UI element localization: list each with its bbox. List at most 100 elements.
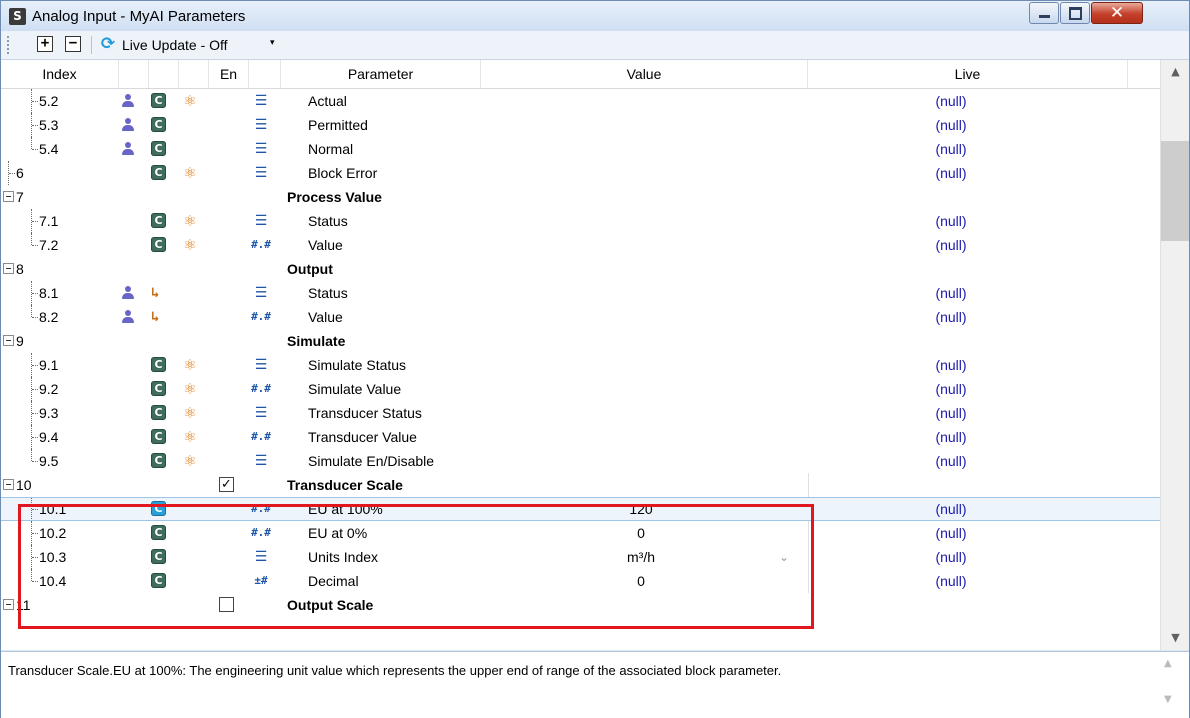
row-parameter: Transducer Status [308, 405, 422, 421]
close-button[interactable]: ✕ [1091, 2, 1143, 24]
description-panel: Transducer Scale.EU at 100%: The enginee… [1, 651, 1189, 718]
app-icon: S [9, 8, 26, 25]
refresh-icon[interactable]: ⟳ [99, 35, 117, 53]
table-row[interactable]: 10.3 C ☰ Units Index m³/h ⌄ (null) [1, 545, 1160, 569]
list-type-icon: ☰ [254, 117, 268, 133]
scroll-thumb[interactable] [1161, 141, 1189, 241]
collapse-toggle[interactable] [3, 335, 14, 346]
row-live: (null) [935, 525, 967, 541]
table-row[interactable]: 6 C ⚛ ☰ Block Error (null) [1, 161, 1160, 185]
atom-icon: ⚛ [183, 380, 197, 398]
value-field[interactable]: 0 [481, 569, 801, 593]
collapse-toggle[interactable] [3, 599, 14, 610]
collapse-toggle[interactable] [3, 191, 14, 202]
live-update-dropdown[interactable]: Live Update - Off [122, 37, 228, 53]
chevron-down-icon[interactable]: ▾ [270, 37, 275, 48]
table-row[interactable]: 8.2 ↳ #.# Value (null) [1, 305, 1160, 329]
value-field[interactable]: 0 [481, 521, 801, 545]
enable-checkbox[interactable] [219, 597, 234, 612]
table-row[interactable]: 5.2 C ⚛ ☰ Actual (null) [1, 89, 1160, 113]
row-live: (null) [935, 309, 967, 325]
row-parameter: Normal [308, 141, 354, 157]
column-header-index[interactable]: Index [1, 60, 119, 88]
row-parameter: Simulate Value [308, 381, 402, 397]
row-index: 7 [16, 189, 24, 205]
table-row[interactable]: 10.2 C #.# EU at 0% 0 (null) [1, 521, 1160, 545]
column-header-access[interactable] [119, 60, 149, 88]
row-index: 11 [16, 597, 31, 613]
c-badge-icon: C [151, 213, 166, 228]
table-row[interactable]: 8.1 ↳ ☰ Status (null) [1, 281, 1160, 305]
toolbar-grip[interactable] [7, 36, 11, 54]
list-type-icon: ☰ [254, 549, 268, 565]
table-row-selected[interactable]: 10.1 C #.# EU at 100% 120 (null) [1, 497, 1160, 521]
table-row[interactable]: 9.1 C ⚛ ☰ Simulate Status (null) [1, 353, 1160, 377]
row-parameter: Simulate En/Disable [308, 453, 435, 469]
row-index: 9.5 [39, 453, 59, 469]
table-row-group[interactable]: 9 Simulate [1, 329, 1160, 353]
column-header-dynamic[interactable] [179, 60, 209, 88]
row-index: 5.3 [39, 117, 59, 133]
units-select[interactable]: m³/h [481, 545, 801, 569]
table-row-group[interactable]: 11 Output Scale [1, 593, 1160, 617]
table-row[interactable]: 7.1 C ⚛ ☰ Status (null) [1, 209, 1160, 233]
minimize-button[interactable] [1029, 2, 1059, 24]
maximize-button[interactable] [1060, 2, 1090, 24]
collapse-toggle[interactable] [3, 479, 14, 490]
row-index: 7.1 [39, 213, 59, 229]
column-header-live[interactable]: Live [808, 60, 1128, 88]
column-header-class[interactable] [149, 60, 179, 88]
enable-checkbox[interactable]: ✓ [219, 477, 234, 492]
atom-icon: ⚛ [183, 164, 197, 182]
description-scroll-down-icon[interactable]: ▼ [1164, 694, 1172, 705]
column-header-type[interactable] [249, 60, 281, 88]
chevron-down-icon[interactable]: ⌄ [779, 545, 789, 569]
row-parameter: Value [308, 309, 343, 325]
row-index: 9.1 [39, 357, 59, 373]
column-header-en[interactable]: En [209, 60, 249, 88]
row-index: 5.4 [39, 141, 59, 157]
table-row[interactable]: 9.3 C ⚛ ☰ Transducer Status (null) [1, 401, 1160, 425]
c-badge-icon: C [151, 165, 166, 180]
row-parameter: Units Index [308, 549, 379, 565]
table-row[interactable]: 9.2 C ⚛ #.# Simulate Value (null) [1, 377, 1160, 401]
atom-icon: ⚛ [183, 356, 197, 374]
table-row[interactable]: 9.5 C ⚛ ☰ Simulate En/Disable (null) [1, 449, 1160, 473]
group-title: Simulate [287, 333, 346, 349]
collapse-toggle[interactable] [3, 263, 14, 274]
column-header-value[interactable]: Value [481, 60, 808, 88]
collapse-all-button[interactable]: − [65, 36, 81, 52]
row-parameter: Value [308, 237, 343, 253]
table-row[interactable]: 7.2 C ⚛ #.# Value (null) [1, 233, 1160, 257]
table-row-group[interactable]: 7 Process Value [1, 185, 1160, 209]
group-title: Transducer Scale [287, 477, 403, 493]
vertical-scrollbar[interactable]: ▲ ▼ [1160, 60, 1189, 650]
scroll-up-icon[interactable]: ▲ [1161, 60, 1189, 84]
row-parameter: Actual [308, 93, 347, 109]
description-scroll-up-icon[interactable]: ▲ [1164, 658, 1172, 669]
row-index: 9.4 [39, 429, 59, 445]
row-index: 8.1 [39, 285, 59, 301]
table-row[interactable]: 5.3 C ☰ Permitted (null) [1, 113, 1160, 137]
table-row[interactable]: 5.4 C ☰ Normal (null) [1, 137, 1160, 161]
c-badge-icon: C [151, 405, 166, 420]
row-parameter: Transducer Value [308, 429, 417, 445]
row-index: 10.3 [39, 549, 67, 565]
row-index: 7.2 [39, 237, 59, 253]
row-index: 6 [16, 165, 24, 181]
table-row-group[interactable]: 10 ✓ Transducer Scale [1, 473, 1160, 497]
list-type-icon: ☰ [254, 165, 268, 181]
scroll-down-icon[interactable]: ▼ [1161, 626, 1189, 650]
user-icon [120, 117, 136, 133]
table-row[interactable]: 9.4 C ⚛ #.# Transducer Value (null) [1, 425, 1160, 449]
table-row-group[interactable]: 8 Output [1, 257, 1160, 281]
row-index: 9.3 [39, 405, 59, 421]
table-row[interactable]: 10.4 C ±# Decimal 0 (null) [1, 569, 1160, 593]
window-title: Analog Input - MyAI Parameters [32, 8, 246, 25]
expand-all-button[interactable]: + [37, 36, 53, 52]
user-icon [120, 285, 136, 301]
column-header-parameter[interactable]: Parameter [281, 60, 481, 88]
title-bar[interactable]: S Analog Input - MyAI Parameters ✕ [1, 1, 1189, 31]
float-type-icon: #.# [251, 526, 271, 539]
value-field[interactable]: 120 [481, 497, 801, 521]
